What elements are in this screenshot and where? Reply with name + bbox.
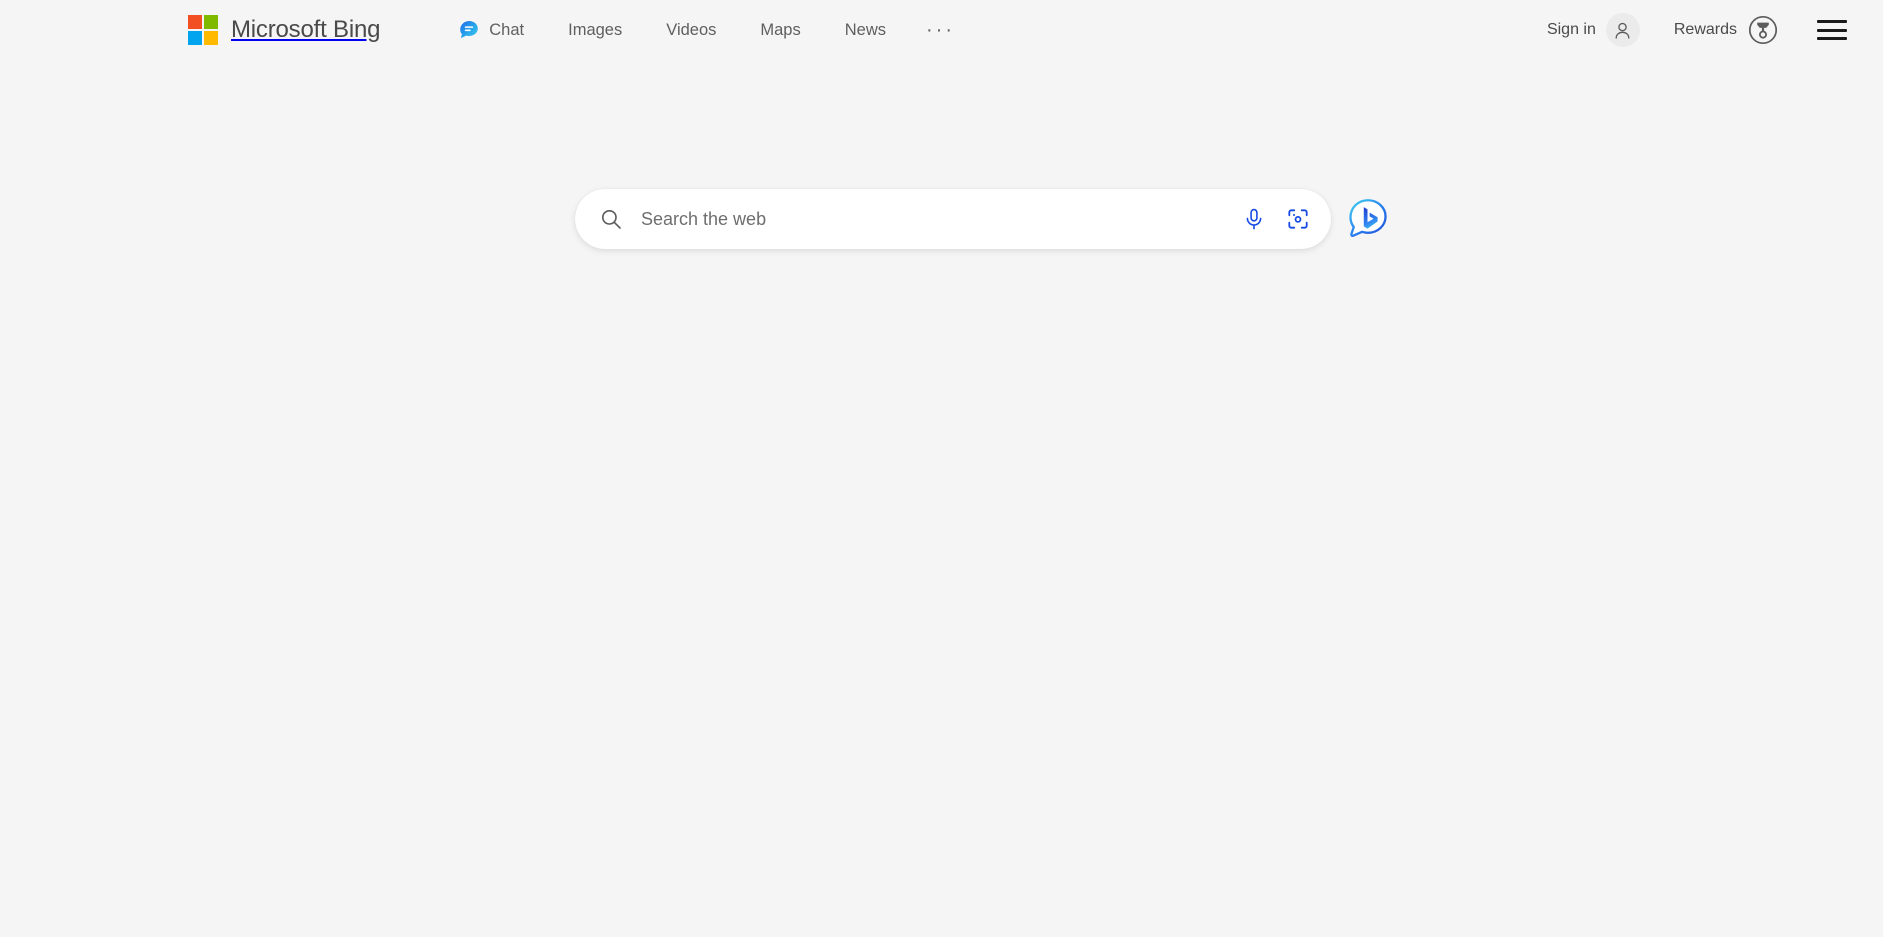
microsoft-logo-icon bbox=[188, 15, 218, 45]
hamburger-bar bbox=[1817, 29, 1847, 32]
search-input[interactable] bbox=[623, 189, 1229, 249]
visual-search-button[interactable] bbox=[1283, 204, 1313, 234]
nav-item-news[interactable]: News bbox=[823, 15, 908, 46]
nav-item-chat[interactable]: Chat bbox=[450, 13, 546, 47]
logo-square-yellow bbox=[204, 31, 218, 45]
sign-in-label: Sign in bbox=[1547, 21, 1596, 39]
rewards-button[interactable]: Rewards bbox=[1668, 10, 1785, 50]
search-box[interactable] bbox=[575, 189, 1331, 249]
bing-logo[interactable]: Microsoft Bing bbox=[188, 15, 380, 45]
microphone-button[interactable] bbox=[1239, 204, 1269, 234]
nav-item-label: Chat bbox=[489, 21, 524, 40]
rewards-label: Rewards bbox=[1674, 21, 1737, 39]
primary-nav: Chat Images Videos Maps News ··· bbox=[450, 13, 973, 47]
logo-square-red bbox=[188, 15, 202, 29]
nav-item-label: Maps bbox=[760, 21, 800, 40]
search-row bbox=[575, 189, 1391, 249]
sign-in-button[interactable]: Sign in bbox=[1541, 9, 1646, 51]
nav-item-label: News bbox=[845, 21, 886, 40]
person-icon bbox=[1612, 20, 1633, 41]
nav-item-videos[interactable]: Videos bbox=[644, 15, 738, 46]
search-actions bbox=[1229, 204, 1313, 234]
visual-search-icon bbox=[1286, 207, 1310, 231]
avatar bbox=[1606, 13, 1640, 47]
nav-item-label: Images bbox=[568, 21, 622, 40]
logo-square-green bbox=[204, 15, 218, 29]
nav-item-images[interactable]: Images bbox=[546, 15, 644, 46]
hamburger-bar bbox=[1817, 20, 1847, 23]
nav-item-maps[interactable]: Maps bbox=[738, 15, 822, 46]
hamburger-bar bbox=[1817, 37, 1847, 40]
main-content bbox=[0, 189, 1883, 249]
hamburger-menu-icon[interactable] bbox=[1817, 19, 1847, 41]
logo-square-blue bbox=[188, 31, 202, 45]
microphone-icon bbox=[1242, 207, 1266, 231]
bing-chat-logo-icon[interactable] bbox=[1345, 196, 1391, 242]
rewards-medal-icon bbox=[1747, 14, 1779, 46]
nav-more-ellipsis-icon[interactable]: ··· bbox=[908, 19, 973, 41]
search-icon bbox=[599, 207, 623, 231]
page-header: Microsoft Bing Chat Images bbox=[0, 0, 1883, 60]
nav-item-label: Videos bbox=[666, 21, 716, 40]
logo-wordmark: Microsoft Bing bbox=[231, 16, 380, 44]
chat-bubble-icon bbox=[458, 19, 480, 41]
header-right-cluster: Sign in Rewards bbox=[1541, 9, 1855, 51]
